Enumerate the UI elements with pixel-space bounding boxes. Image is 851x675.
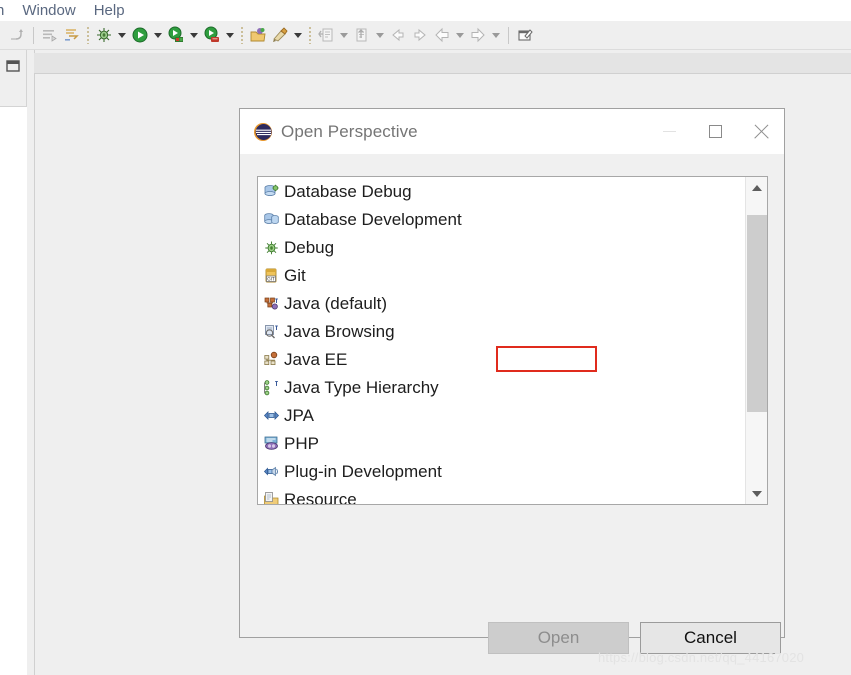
dialog-title-bar[interactable]: Open Perspective xyxy=(240,109,784,154)
dots-separator-2 xyxy=(241,26,243,44)
dialog-body: Database Debug Database Development Debu… xyxy=(240,154,784,654)
svg-text:GIT: GIT xyxy=(267,276,275,282)
chevron-down-icon[interactable] xyxy=(746,483,767,504)
menu-item-clipped[interactable]: n xyxy=(0,0,13,21)
list-item[interactable]: Java Browsing xyxy=(258,317,745,345)
list-item[interactable]: Debug xyxy=(258,233,745,261)
toolbar-separator xyxy=(33,26,34,44)
list-item-label: Java Type Hierarchy xyxy=(284,377,439,397)
run-server-icon[interactable] xyxy=(165,24,187,46)
editor-tab-row xyxy=(34,53,851,74)
list-item[interactable]: Resource xyxy=(258,485,745,505)
list-item[interactable]: Database Development xyxy=(258,205,745,233)
list-item[interactable]: PHP xyxy=(258,429,745,457)
watermark: https://blog.csdn.net/qq_44167020 xyxy=(598,650,805,665)
dialog-title: Open Perspective xyxy=(281,121,418,141)
eclipse-icon xyxy=(253,122,273,142)
menu-item-help[interactable]: Help xyxy=(85,0,134,21)
new-java-class-icon[interactable] xyxy=(269,24,291,46)
minimize-icon[interactable] xyxy=(646,109,692,154)
list-item-java-ee[interactable]: Java EE xyxy=(258,345,745,373)
java-browsing-icon xyxy=(262,322,281,341)
debug-bug-icon xyxy=(262,238,281,257)
java-icon xyxy=(262,294,281,313)
debug-dropdown-arrow[interactable] xyxy=(115,24,129,46)
dots-separator-3 xyxy=(309,26,311,44)
next-annotation-icon[interactable] xyxy=(409,24,431,46)
menu-item-window[interactable]: Window xyxy=(13,0,84,21)
open-perspective-dialog: Open Perspective Database Debug Database… xyxy=(239,108,785,654)
left-perspective-stub[interactable] xyxy=(0,50,27,107)
jpa-icon xyxy=(262,406,281,425)
dots-separator xyxy=(87,26,89,44)
list-item-label: Java EE xyxy=(284,349,348,369)
list-item-label: Git xyxy=(284,265,306,285)
toggle-mark-occurrences-icon[interactable] xyxy=(39,24,61,46)
list-item-label: Java Browsing xyxy=(284,321,395,341)
resource-icon xyxy=(262,490,281,504)
forward-icon[interactable] xyxy=(467,24,489,46)
dialog-window-controls xyxy=(646,109,784,154)
list-item-label: Database Development xyxy=(284,209,462,229)
list-item-label: Resource xyxy=(284,489,357,505)
run-server-dropdown-arrow[interactable] xyxy=(187,24,201,46)
open-task-icon[interactable] xyxy=(315,24,337,46)
list-item-label: Java (default) xyxy=(284,293,387,313)
back-icon[interactable] xyxy=(431,24,453,46)
java-type-hierarchy-icon xyxy=(262,378,281,397)
list-scrollbar[interactable] xyxy=(745,177,767,504)
back-dropdown-arrow[interactable] xyxy=(453,24,467,46)
debug-icon[interactable] xyxy=(93,24,115,46)
list-item[interactable]: Java (default) xyxy=(258,289,745,317)
skip-all-breakpoints-icon[interactable] xyxy=(6,24,28,46)
database-development-icon xyxy=(262,210,281,229)
toolbar-separator-2 xyxy=(508,26,509,44)
php-icon xyxy=(262,434,281,453)
profile-icon[interactable] xyxy=(201,24,223,46)
scrollbar-thumb[interactable] xyxy=(747,215,767,412)
previous-annotation-icon[interactable] xyxy=(387,24,409,46)
last-edit-location-icon[interactable] xyxy=(61,24,83,46)
new-element-dropdown-arrow[interactable] xyxy=(373,24,387,46)
list-item-label: Database Debug xyxy=(284,181,412,201)
left-panel-body xyxy=(0,107,27,675)
database-debug-icon xyxy=(262,182,281,201)
open-task-dropdown-arrow[interactable] xyxy=(337,24,351,46)
list-item-label: PHP xyxy=(284,433,319,453)
close-icon[interactable] xyxy=(738,109,784,154)
list-item-label: Debug xyxy=(284,237,335,257)
plugin-development-icon xyxy=(262,462,281,481)
open-type-icon[interactable] xyxy=(247,24,269,46)
chevron-up-icon[interactable] xyxy=(746,177,767,198)
perspective-list[interactable]: Database Debug Database Development Debu… xyxy=(257,176,768,505)
list-item[interactable]: GIT Git xyxy=(258,261,745,289)
maximize-icon[interactable] xyxy=(692,109,738,154)
restore-perspective-icon[interactable] xyxy=(5,58,21,79)
java-ee-icon xyxy=(262,350,281,369)
profile-dropdown-arrow[interactable] xyxy=(223,24,237,46)
list-item[interactable]: Java Type Hierarchy xyxy=(258,373,745,401)
list-item-label: Plug-in Development xyxy=(284,461,442,481)
list-item[interactable]: Database Debug xyxy=(258,177,745,205)
new-editor-icon[interactable] xyxy=(514,24,536,46)
git-icon: GIT xyxy=(262,266,281,285)
list-item-label: JPA xyxy=(284,405,314,425)
new-element-icon[interactable] xyxy=(351,24,373,46)
menu-bar: n Window Help xyxy=(0,0,851,21)
run-dropdown-arrow[interactable] xyxy=(151,24,165,46)
list-item[interactable]: Plug-in Development xyxy=(258,457,745,485)
main-toolbar xyxy=(0,21,851,50)
list-item[interactable]: JPA xyxy=(258,401,745,429)
perspective-list-items: Database Debug Database Development Debu… xyxy=(258,177,745,505)
forward-dropdown-arrow[interactable] xyxy=(489,24,503,46)
run-icon[interactable] xyxy=(129,24,151,46)
new-java-class-dropdown-arrow[interactable] xyxy=(291,24,305,46)
